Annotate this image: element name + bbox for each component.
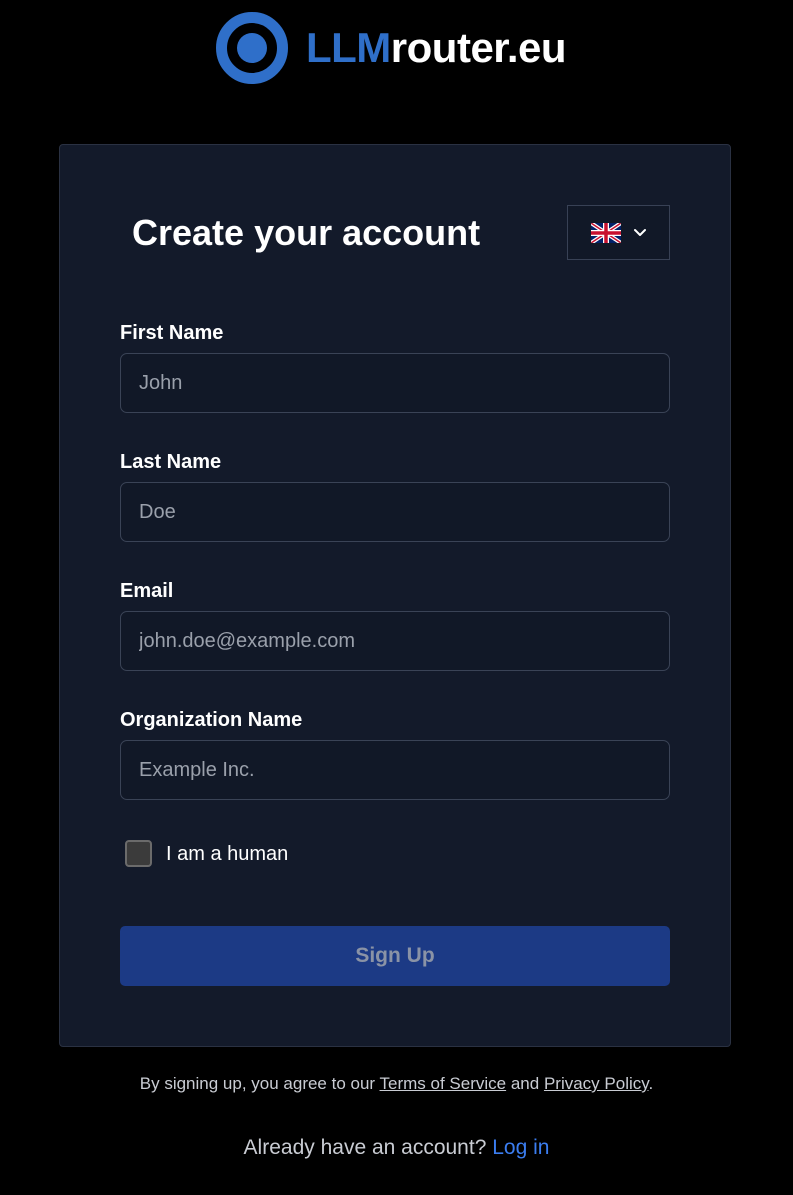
logo-text-router: router.eu	[390, 24, 567, 71]
terms-and: and	[510, 1074, 540, 1093]
account-prompt-text: Already have an account?	[243, 1136, 487, 1159]
human-verification[interactable]: I am a human	[125, 840, 288, 867]
login-prompt: Already have an account? Log in	[0, 1135, 793, 1161]
uk-flag-icon	[590, 222, 621, 243]
logo-text-llm: LLM	[306, 24, 391, 71]
human-checkbox-label: I am a human	[166, 842, 289, 865]
page-title: Create your account	[132, 212, 481, 253]
logo-dot	[237, 33, 267, 63]
first-name-input[interactable]	[120, 353, 670, 413]
language-selector[interactable]	[567, 205, 670, 260]
terms-prefix: By signing up, you agree to our	[139, 1074, 376, 1093]
terms-suffix: .	[648, 1074, 654, 1093]
organization-name-label: Organization Name	[120, 709, 303, 731]
terms-notice: By signing up, you agree to our Terms of…	[0, 1072, 793, 1096]
last-name-input[interactable]	[120, 482, 670, 542]
email-input[interactable]	[120, 611, 670, 671]
first-name-label: First Name	[120, 322, 224, 344]
chevron-down-icon	[633, 228, 646, 236]
sign-up-button[interactable]: Sign Up	[120, 926, 670, 986]
email-label: Email	[120, 580, 174, 602]
logo-text: LLMrouter.eu	[306, 12, 567, 84]
brand-logo: LLMrouter.eu	[216, 12, 567, 84]
terms-of-service-link[interactable]: Terms of Service	[380, 1074, 507, 1093]
signup-card: Create your account First Name Last Name…	[59, 144, 731, 1047]
log-in-link[interactable]: Log in	[492, 1136, 549, 1159]
human-checkbox[interactable]	[125, 840, 152, 867]
logo-mark-icon	[216, 12, 288, 84]
organization-name-input[interactable]	[120, 740, 670, 800]
privacy-policy-link[interactable]: Privacy Policy	[544, 1074, 649, 1093]
last-name-label: Last Name	[120, 451, 222, 473]
